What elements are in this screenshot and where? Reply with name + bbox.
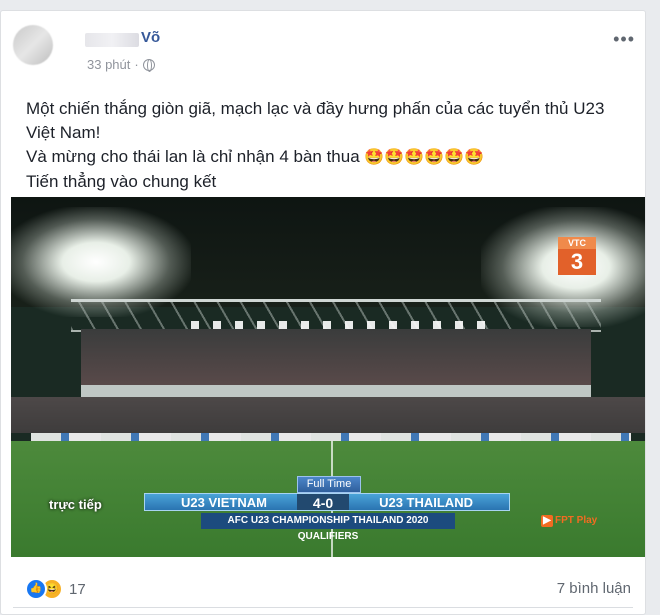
comments-count[interactable]: 7 bình luận: [557, 580, 631, 597]
vtc3-logo: VTC 3: [558, 237, 596, 275]
like-icon: 👍: [25, 578, 47, 600]
live-label: trực tiếp: [49, 497, 102, 512]
reaction-count: 17: [69, 580, 86, 598]
meta-separator: ·: [134, 57, 139, 72]
post-line-3: Tiến thẳng vào chung kết: [26, 172, 217, 191]
lower-stand: [11, 397, 645, 433]
post-meta: 33 phút ·: [87, 57, 155, 72]
post-line-1: Một chiến thắng giòn giã, mạch lạc và đầ…: [26, 99, 605, 142]
score: 4-0: [296, 494, 350, 511]
fpt-icon: ▶: [541, 515, 553, 527]
roof-lamps: [191, 321, 491, 329]
reactions[interactable]: 👍 😆 17: [25, 578, 86, 600]
fpt-label: FPT Play: [555, 515, 598, 526]
vtc-number: 3: [570, 249, 584, 274]
full-time-label: Full Time: [297, 476, 361, 493]
post-footer: 👍 😆 17 7 bình luận: [1, 563, 645, 604]
fpt-play-logo: ▶ FPT Play: [541, 515, 597, 527]
scoreboard: U23 VIETNAM 4-0 U23 THAILAND: [144, 493, 510, 511]
post-time[interactable]: 33 phút: [87, 57, 130, 72]
author-name-blurred: [85, 33, 139, 47]
stand-ring: [81, 385, 591, 397]
more-options-icon[interactable]: •••: [613, 29, 635, 50]
post-line-2-text: Và mừng cho thái lan là chỉ nhận 4 bàn t…: [26, 147, 360, 166]
vtc-label: VTC: [558, 237, 596, 249]
post-line-2: Và mừng cho thái lan là chỉ nhận 4 bàn t…: [26, 145, 626, 170]
avatar[interactable]: [13, 25, 53, 65]
upper-stand: [81, 329, 591, 387]
post-card: Võ 33 phút · ••• Một chiến thắng giòn gi…: [0, 10, 646, 615]
globe-icon[interactable]: [142, 58, 155, 72]
author-name[interactable]: Võ: [141, 29, 160, 46]
team-away: U23 THAILAND: [379, 494, 473, 510]
team-home: U23 VIETNAM: [181, 494, 267, 510]
star-struck-emojis: 🤩🤩🤩🤩🤩🤩: [364, 149, 484, 166]
competition-label: AFC U23 CHAMPIONSHIP THAILAND 2020 QUALI…: [201, 513, 455, 542]
post-photo[interactable]: VTC 3 Full Time U23 VIETNAM 4-0 U23 THAI…: [11, 197, 645, 557]
post-text: Một chiến thắng giòn giã, mạch lạc và đầ…: [26, 97, 626, 194]
footer-divider: [13, 607, 633, 608]
ad-boards: [31, 433, 631, 441]
